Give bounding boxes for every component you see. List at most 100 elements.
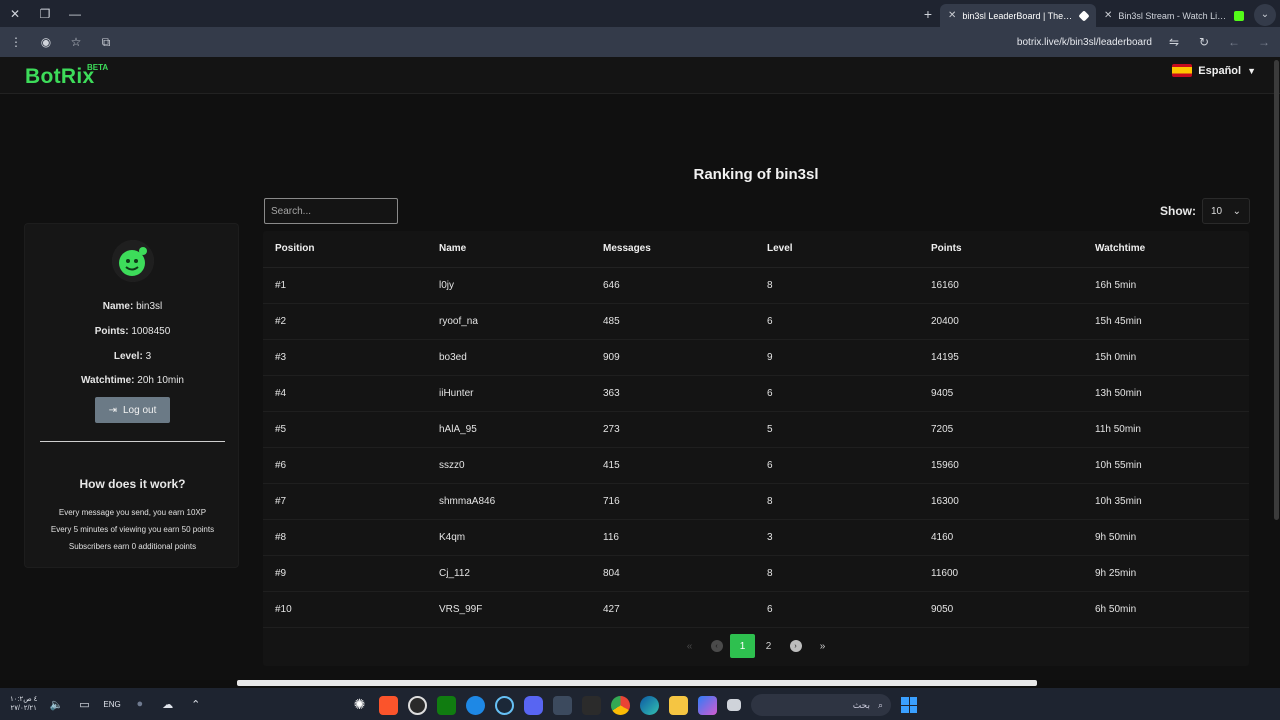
os-taskbar: ۱۰:۲٤ ص ٢٧/٠٢/٢١ 🔈 ▭ ENG ● ☁ ⌃ ✺ بحث ⌕ (0, 688, 1280, 720)
cell-points: 11600 (919, 555, 1083, 592)
site-navbar: BotRix BETA Español ▼ (0, 57, 1280, 94)
search-label: بحث (852, 699, 870, 710)
last-page-icon[interactable]: » (809, 634, 836, 658)
tab-close-icon[interactable]: ✕ (1104, 10, 1112, 21)
page-title: Ranking of bin3sl (693, 166, 819, 183)
column-header-points[interactable]: Points (919, 231, 1083, 268)
input-language[interactable]: ENG (103, 700, 120, 709)
chrome-icon[interactable] (611, 695, 630, 715)
clock-date: ٢٧/٠٢/٢١ (10, 705, 37, 712)
copilot-icon[interactable] (698, 695, 717, 715)
file-explorer-icon[interactable] (669, 695, 688, 715)
window-restore-icon[interactable]: ❐ (30, 0, 60, 27)
botrix-logo[interactable]: BotRix (25, 65, 94, 89)
cell-points: 15960 (919, 447, 1083, 484)
store-icon[interactable] (553, 695, 572, 715)
avatar (112, 240, 154, 282)
cell-messages: 646 (591, 267, 755, 304)
rule-text: Every message you send, you earn 10XP (58, 508, 207, 517)
profile-name: Name: bin3sl (102, 301, 163, 312)
new-tab-icon[interactable]: + (916, 0, 940, 27)
tab-title: Bin3sl Stream - Watch Live on K (1118, 10, 1228, 21)
page-button-2[interactable]: 2 (755, 634, 782, 658)
rule-text: Every 5 minutes of viewing you earn 50 p… (50, 525, 215, 534)
column-header-watchtime[interactable]: Watchtime (1083, 231, 1249, 268)
cloud-icon[interactable]: ☁ (159, 695, 177, 713)
main-content: Ranking of bin3sl Show: 10 ⌄ Name: bin3s… (0, 94, 1280, 680)
column-header-position[interactable]: Position (263, 231, 427, 268)
first-page-icon[interactable]: « (676, 634, 703, 658)
window-minimize-icon[interactable]: — (60, 0, 90, 27)
brave-browser-icon[interactable] (379, 695, 398, 715)
edge-icon[interactable] (640, 695, 659, 715)
cell-messages: 415 (591, 447, 755, 484)
cell-points: 16160 (919, 267, 1083, 304)
cell-level: 8 (755, 267, 919, 304)
menu-dots-icon[interactable]: ⋮ (8, 35, 24, 49)
app-blue-icon[interactable] (466, 695, 485, 715)
column-header-level[interactable]: Level (755, 231, 919, 268)
bookmark-star-icon[interactable]: ☆ (68, 35, 84, 49)
window-close-icon[interactable]: ✕ (0, 0, 30, 27)
cell-messages: 273 (591, 411, 755, 448)
discord-icon[interactable] (524, 695, 543, 715)
reload-icon[interactable]: ↻ (1196, 35, 1212, 49)
cell-messages: 804 (591, 555, 755, 592)
site-settings-icon[interactable]: ⇋ (1166, 35, 1182, 49)
xbox-icon[interactable] (437, 695, 456, 715)
cell-position: #8 (263, 519, 427, 556)
steam-icon[interactable] (495, 695, 514, 715)
microphone-icon[interactable]: ● (131, 695, 149, 713)
epic-games-icon[interactable] (582, 695, 601, 715)
chevron-down-icon: ▼ (1247, 65, 1256, 76)
botrix-favicon-icon (1078, 9, 1090, 22)
cell-points: 9050 (919, 591, 1083, 628)
cell-level: 6 (755, 375, 919, 412)
clock[interactable]: ۱۰:۲٤ ص ٢٧/٠٢/٢١ (10, 695, 37, 713)
spain-flag-icon (1172, 64, 1193, 77)
logout-button[interactable]: ⇥ Log out (95, 397, 170, 423)
cell-level: 6 (755, 447, 919, 484)
cell-level: 5 (755, 411, 919, 448)
forward-icon[interactable]: → (1256, 35, 1272, 49)
steelseries-icon[interactable]: ✺ (350, 696, 369, 715)
language-selector[interactable]: Español ▼ (1172, 64, 1256, 77)
windows-start-icon[interactable] (901, 697, 917, 713)
cell-name: iiHunter (427, 375, 591, 412)
profile-points: Points: 1008450 (94, 326, 171, 337)
back-icon[interactable]: ← (1226, 35, 1242, 49)
vertical-scrollbar[interactable] (1274, 60, 1279, 520)
leaderboard-table: Position Name Messages Level Points Watc… (263, 231, 1249, 666)
profile-icon[interactable]: ◉ (38, 35, 54, 49)
task-view-icon[interactable] (727, 699, 741, 711)
system-tray: ۱۰:۲٤ ص ٢٧/٠٢/٢١ 🔈 ▭ ENG ● ☁ ⌃ (0, 695, 205, 713)
url-field[interactable]: botrix.live/k/bin3sl/leaderboard (1017, 37, 1152, 48)
tab-close-icon[interactable]: ✕ (948, 10, 956, 21)
show-entries-select[interactable]: 10 ⌄ (1202, 198, 1250, 224)
tab-search-chevron-icon[interactable]: ⌄ (1254, 3, 1276, 26)
page-button-1[interactable]: 1 (730, 634, 755, 658)
tray-chevron-up-icon[interactable]: ⌃ (187, 695, 205, 713)
column-header-messages[interactable]: Messages (591, 231, 755, 268)
cell-watchtime: 16h 5min (1083, 267, 1249, 304)
taskbar-search[interactable]: بحث ⌕ (751, 694, 891, 716)
search-input[interactable] (264, 198, 398, 224)
extension-icon[interactable]: ⧉ (98, 35, 114, 50)
cell-position: #5 (263, 411, 427, 448)
cell-name: hAlA_95 (427, 411, 591, 448)
profile-card: Name: bin3sl Points: 1008450 Level: 3 Wa… (24, 223, 239, 568)
network-icon[interactable]: ▭ (75, 695, 93, 713)
cell-name: Cj_112 (427, 555, 591, 592)
browser-tab-stream[interactable]: ✕ Bin3sl Stream - Watch Live on K (1096, 4, 1252, 27)
speaker-icon[interactable]: 🔈 (47, 695, 65, 713)
cell-level: 6 (755, 591, 919, 628)
cell-watchtime: 9h 50min (1083, 519, 1249, 556)
prev-page-icon[interactable]: ‹ (703, 634, 730, 658)
beta-badge: BETA (87, 63, 109, 72)
browser-tab-leaderboard[interactable]: ✕ bin3sl LeaderBoard | The best C (940, 4, 1096, 27)
obs-icon[interactable] (408, 695, 427, 715)
next-page-icon[interactable]: › (782, 634, 809, 658)
column-header-name[interactable]: Name (427, 231, 591, 268)
horizontal-scrollbar[interactable] (237, 680, 1037, 686)
cell-watchtime: 10h 35min (1083, 483, 1249, 520)
